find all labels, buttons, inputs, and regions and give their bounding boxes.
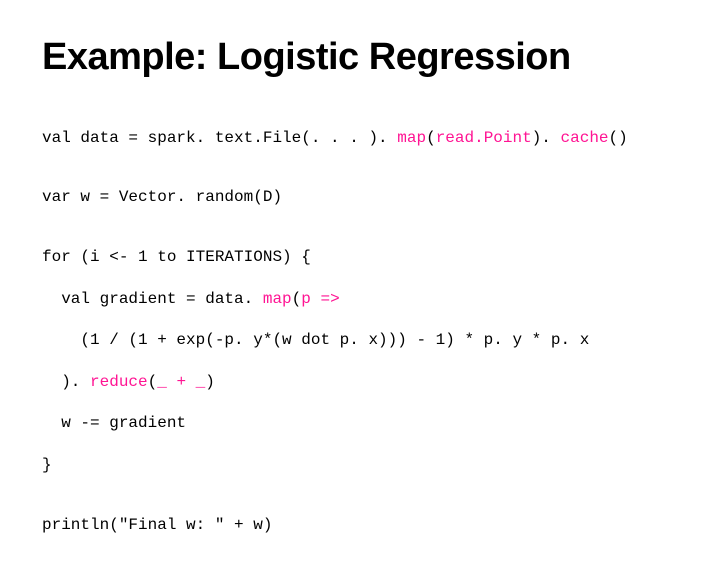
code-highlight: p =>	[301, 290, 339, 308]
code-text: ).	[532, 129, 561, 147]
code-text: println("Final w: " + w)	[42, 516, 272, 534]
code-text: ).	[42, 373, 90, 391]
code-highlight: map	[397, 129, 426, 147]
code-text: }	[42, 456, 52, 474]
code-text: var w = Vector. random(D)	[42, 188, 282, 206]
code-highlight: _ + _	[157, 373, 205, 391]
slide-title: Example: Logistic Regression	[42, 36, 678, 79]
code-highlight: reduce	[90, 373, 148, 391]
code-block: val data = spark. text.File(. . . ). map…	[42, 107, 678, 574]
code-text: for (i <- 1 to ITERATIONS) {	[42, 248, 311, 266]
code-text: (	[426, 129, 436, 147]
code-text: w -= gradient	[42, 414, 186, 432]
code-highlight: map	[263, 290, 292, 308]
code-highlight: read.Point	[436, 129, 532, 147]
code-text: ()	[609, 129, 628, 147]
code-text: val gradient = data.	[42, 290, 263, 308]
code-highlight: cache	[561, 129, 609, 147]
code-text: )	[205, 373, 215, 391]
code-text: (	[292, 290, 302, 308]
code-text: val data = spark. text.File(. . . ).	[42, 129, 397, 147]
code-text: (1 / (1 + exp(-p. y*(w dot p. x))) - 1) …	[42, 331, 589, 349]
code-text: (	[148, 373, 158, 391]
